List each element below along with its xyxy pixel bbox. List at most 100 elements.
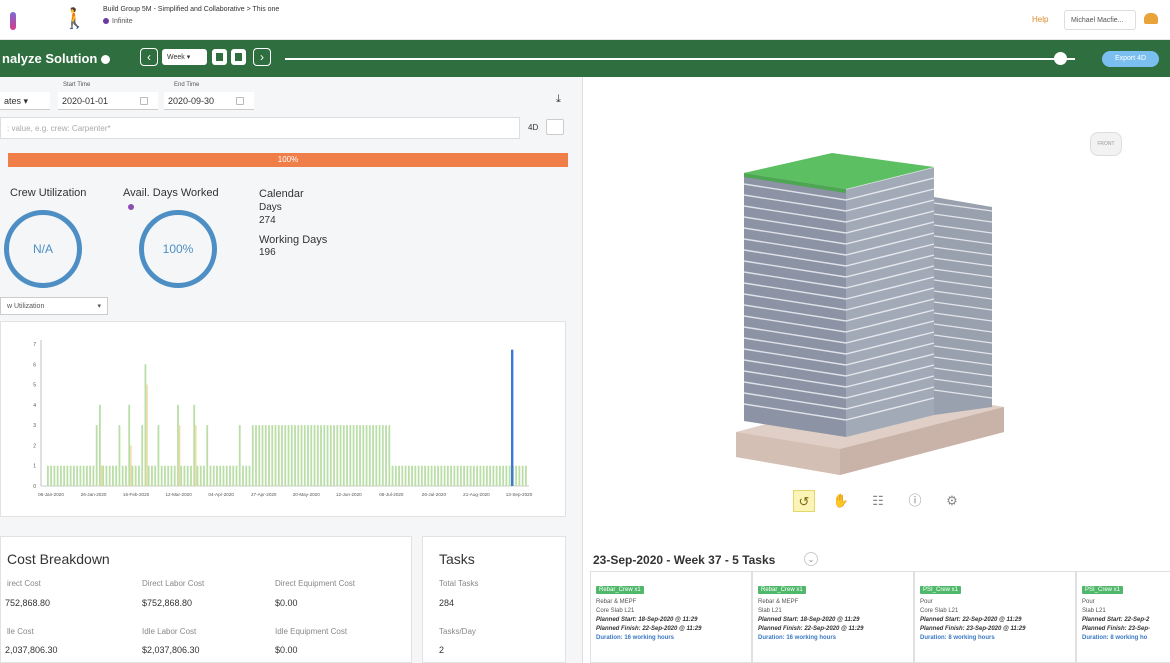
orbit-tool-icon[interactable]: ↺ (793, 490, 815, 512)
progress-bar: 100% (8, 153, 568, 167)
chart-bar (381, 425, 384, 486)
chart-bar-secondary (100, 465, 103, 486)
chart-bar (333, 425, 335, 486)
chart-bar (339, 425, 342, 486)
y-tick-label: 0 (33, 484, 36, 490)
chart-bar (349, 425, 352, 486)
task-card[interactable]: Rebar_Crew x1 Rebar & MEPF Slab L21 Plan… (752, 571, 914, 663)
project-name[interactable]: Build Group 5M - Simplified and Collabor… (103, 6, 279, 13)
chart-bar (134, 465, 137, 486)
y-tick-label: 4 (33, 403, 36, 409)
chart-bar (394, 465, 397, 486)
chart-bar (518, 465, 521, 486)
previous-week-button[interactable]: ‹ (140, 48, 158, 66)
task-duration: Duration: 16 working hours (758, 635, 837, 641)
task-activity: Pour (1082, 599, 1095, 605)
task-card[interactable]: Rebar_Crew x1 Rebar & MEPF Core Slab L21… (590, 571, 752, 663)
y-tick-label: 6 (33, 362, 36, 368)
chart-bar (476, 465, 479, 486)
chart-bar (89, 465, 92, 486)
view-cube-icon[interactable]: FRONT (1090, 132, 1122, 156)
building-model[interactable] (584, 77, 1170, 477)
app-logo-icon[interactable] (10, 12, 16, 30)
chart-bar (443, 465, 446, 486)
chart-metric-value: w Utilization (7, 303, 45, 310)
crew-tag: PSI_Crew x1 (920, 586, 962, 594)
x-tick-label: 06-Jan-2020 (38, 492, 64, 497)
settings-gear-icon[interactable]: ⚙ (941, 490, 963, 512)
chart-bar (108, 465, 111, 486)
x-tick-label: 16-Feb-2020 (123, 492, 150, 497)
tasks-per-day-label: Tasks/Day (439, 627, 476, 636)
search-input[interactable]: : value, e.g. crew: Carpenter* (0, 117, 520, 139)
pan-hand-icon[interactable]: ✋ (830, 490, 852, 512)
user-menu[interactable]: Michael Macfie... (1064, 10, 1136, 30)
chart-bar (417, 465, 420, 486)
page-title: nalyze Solution (2, 51, 111, 66)
timeline-slider[interactable] (285, 58, 1075, 60)
chart-bar (433, 465, 436, 486)
chart-bar (229, 465, 231, 486)
chart-bar (222, 465, 225, 486)
chart-bar-secondary (146, 384, 148, 486)
task-card[interactable]: PSI_Crew x1 Pour Core Slab L21 Planned S… (914, 571, 1076, 663)
chart-bar (469, 465, 472, 486)
idle-equipment-value: $0.00 (275, 645, 298, 655)
chart-bar (73, 465, 75, 486)
chart-bar (294, 425, 296, 486)
chart-bar-secondary (130, 445, 132, 486)
period-select[interactable]: Week ▾ (162, 49, 207, 65)
chart-bar (388, 425, 391, 486)
person-icon[interactable]: 🚶 (62, 9, 87, 29)
cost-breakdown-title: Cost Breakdown (7, 551, 110, 567)
pause-button[interactable] (212, 49, 227, 65)
next-week-button[interactable]: › (253, 48, 271, 66)
chart-bar (453, 465, 456, 486)
chart-bar (199, 465, 202, 486)
idle-labor-label: Idle Labor Cost (142, 627, 197, 636)
task-location: Slab L21 (1082, 608, 1106, 614)
chart-bar (86, 465, 88, 486)
help-link[interactable]: Help (1032, 15, 1048, 24)
utilization-chart-svg: 0 1 2 3 4 5 6 7 06-Jan-2020 26-Jan-2020 16-Feb-202… (33, 340, 533, 497)
y-tick-label: 7 (33, 342, 36, 348)
chart-bar (216, 465, 218, 486)
user-avatar-icon[interactable] (1144, 13, 1158, 24)
chart-bar (186, 465, 189, 486)
chart-bar (424, 465, 426, 486)
chart-bar (502, 465, 505, 486)
fourd-toggle[interactable] (546, 119, 564, 135)
chart-bar (212, 465, 215, 486)
chart-bar (352, 425, 355, 486)
expand-chevron-icon[interactable]: ⌄ (804, 552, 818, 566)
chart-bar (401, 465, 404, 486)
chart-bar (232, 465, 235, 486)
calendar-icon[interactable] (140, 97, 148, 105)
export-4d-button[interactable]: Export 4D (1102, 51, 1159, 67)
start-time-label: Start Time (63, 82, 91, 88)
chart-bar (508, 465, 511, 486)
task-card[interactable]: PSI_Crew x1 Pour Slab L21 Planned Start:… (1076, 571, 1170, 663)
stop-button[interactable] (231, 49, 246, 65)
period-select-value: Week (167, 54, 185, 61)
chart-bar (342, 425, 345, 486)
planned-finish: Planned Finish: 22-Sep-2020 @ 11:29 (596, 626, 702, 632)
chart-bar (193, 404, 196, 486)
chart-bar (281, 425, 283, 486)
model-tree-icon[interactable]: ☷ (867, 490, 889, 512)
chart-bar (456, 465, 459, 486)
properties-info-icon[interactable]: ⓘ (904, 490, 926, 512)
chart-bar (128, 404, 131, 486)
calendar-icon[interactable] (236, 97, 244, 105)
info-dot-icon[interactable] (128, 204, 134, 210)
chart-bar (268, 425, 270, 486)
planned-finish: Planned Finish: 23-Sep-2020 @ 11:29 (920, 626, 1026, 632)
chart-metric-select[interactable]: w Utilization ▾ (0, 297, 108, 315)
timeline-slider-knob[interactable] (1054, 52, 1067, 65)
info-icon[interactable] (101, 55, 111, 65)
chart-bar (50, 465, 53, 486)
chart-bar (251, 425, 254, 486)
chart-bar (151, 465, 153, 486)
download-icon[interactable]: ⤓ (556, 93, 561, 106)
group-by-select[interactable]: ates ▾ (0, 92, 50, 110)
